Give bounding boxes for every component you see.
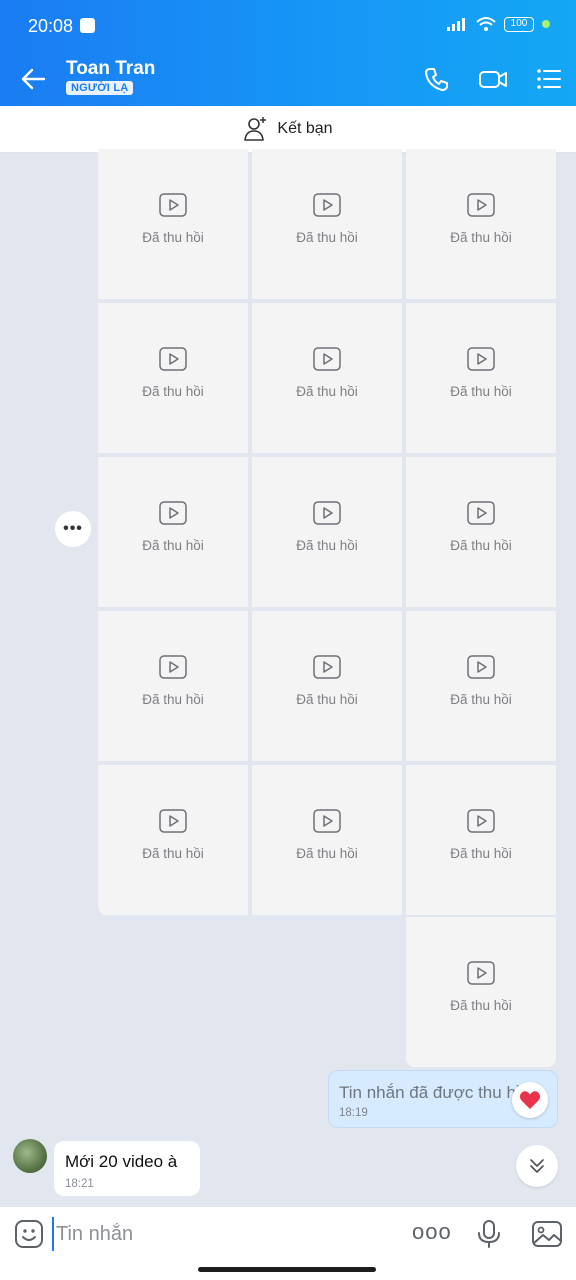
recalled-video-tile[interactable]: Đã thu hồi [98, 765, 248, 915]
play-video-icon [467, 655, 495, 679]
message-input[interactable] [52, 1217, 392, 1251]
recalled-video-tile[interactable]: Đã thu hồi [252, 765, 402, 915]
more-options-icon[interactable]: ooo [412, 1221, 452, 1243]
play-video-icon [467, 347, 495, 371]
recalled-label: Đã thu hồi [450, 384, 512, 399]
add-friend-button[interactable]: Kết bạn [0, 106, 576, 153]
recalled-label: Đã thu hồi [142, 384, 204, 399]
recalled-label: Đã thu hồi [142, 538, 204, 553]
recalled-label: Đã thu hồi [450, 538, 512, 553]
play-video-icon [159, 347, 187, 371]
recalled-video-tile[interactable]: Đã thu hồi [98, 611, 248, 761]
recalled-label: Đã thu hồi [296, 846, 358, 861]
heart-reaction-button[interactable] [512, 1082, 548, 1118]
play-video-icon [313, 809, 341, 833]
image-gallery-icon[interactable] [531, 1219, 563, 1249]
play-video-icon [159, 655, 187, 679]
play-video-icon [467, 193, 495, 217]
recalled-label: Đã thu hồi [296, 384, 358, 399]
message-options-button[interactable]: ••• [55, 511, 91, 547]
add-user-icon [244, 117, 267, 141]
recalled-video-tile[interactable]: Đã thu hồi [406, 457, 556, 607]
play-video-icon [467, 809, 495, 833]
recalled-video-tile[interactable]: Đã thu hồi [252, 611, 402, 761]
phone-icon[interactable] [422, 64, 452, 94]
video-call-icon[interactable] [477, 64, 509, 94]
their-message-text: Mới 20 video à [65, 1152, 178, 1171]
zalo-notification-icon [80, 18, 95, 33]
recalled-video-tile[interactable]: Đã thu hồi [406, 149, 556, 299]
microphone-icon[interactable] [475, 1219, 503, 1249]
recalled-video-tile[interactable]: Đã thu hồi [98, 457, 248, 607]
signal-icon [447, 18, 465, 31]
status-bar: 20:08 100 [0, 0, 576, 52]
scroll-to-bottom-button[interactable] [516, 1145, 558, 1187]
contact-name[interactable]: Toan Tran [66, 58, 155, 80]
recalled-label: Đã thu hồi [142, 846, 204, 861]
charging-icon [542, 20, 550, 28]
play-video-icon [159, 501, 187, 525]
recalled-label: Đã thu hồi [450, 998, 512, 1013]
recalled-video-tile[interactable]: Đã thu hồi [252, 457, 402, 607]
status-time: 20:08 [28, 16, 74, 36]
add-friend-label: Kết bạn [277, 120, 333, 137]
play-video-icon [313, 501, 341, 525]
recalled-label: Đã thu hồi [450, 230, 512, 245]
battery-indicator: 100 [504, 16, 534, 32]
recalled-label: Đã thu hồi [142, 692, 204, 707]
play-video-icon [159, 193, 187, 217]
play-video-icon [467, 501, 495, 525]
double-chevron-down-icon [530, 1159, 544, 1173]
back-arrow-icon[interactable] [18, 64, 48, 94]
menu-list-icon[interactable] [534, 64, 564, 94]
their-message-bubble[interactable]: Mới 20 video à 18:21 [54, 1141, 200, 1196]
their-message-time: 18:21 [65, 1178, 94, 1190]
avatar[interactable] [13, 1139, 47, 1173]
play-video-icon [159, 809, 187, 833]
recalled-video-tile[interactable]: Đã thu hồi [98, 303, 248, 453]
play-video-icon [313, 347, 341, 371]
recalled-video-tile[interactable]: Đã thu hồi [252, 303, 402, 453]
chat-header: Toan Tran NGƯỜI LẠ [0, 52, 576, 106]
heart-icon [519, 1091, 541, 1109]
recalled-video-tile[interactable]: Đã thu hồi [406, 917, 556, 1067]
play-video-icon [467, 961, 495, 985]
home-indicator [198, 1267, 376, 1272]
recalled-video-tile[interactable]: Đã thu hồi [406, 611, 556, 761]
play-video-icon [313, 655, 341, 679]
recalled-label: Đã thu hồi [142, 230, 204, 245]
recalled-label: Đã thu hồi [296, 230, 358, 245]
stranger-badge: NGƯỜI LẠ [66, 81, 134, 95]
recalled-video-tile[interactable]: Đã thu hồi [252, 149, 402, 299]
recalled-video-tile[interactable]: Đã thu hồi [406, 303, 556, 453]
recalled-label: Đã thu hồi [296, 692, 358, 707]
recalled-video-tile[interactable]: Đã thu hồi [406, 765, 556, 915]
play-video-icon [313, 193, 341, 217]
recalled-label: Đã thu hồi [450, 692, 512, 707]
status-right: 100 [446, 16, 550, 32]
recalled-label: Đã thu hồi [296, 538, 358, 553]
top-bar: 20:08 100 Toan Tran NGƯỜI LẠ [0, 0, 576, 106]
wifi-icon [476, 17, 496, 31]
recalled-label: Đã thu hồi [450, 846, 512, 861]
sticker-emoji-icon[interactable] [14, 1219, 44, 1249]
recalled-video-tile[interactable]: Đã thu hồi [98, 149, 248, 299]
